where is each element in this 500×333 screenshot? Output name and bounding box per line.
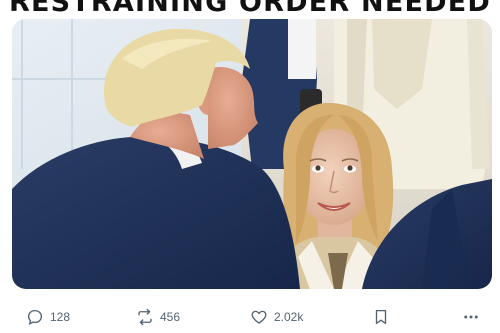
reply-button[interactable]: 128 [26, 307, 70, 327]
reply-icon [27, 309, 43, 326]
heart-icon [251, 310, 267, 324]
like-count: 2.02k [274, 310, 304, 324]
more-options-button[interactable] [462, 307, 480, 327]
reply-count: 128 [50, 310, 71, 324]
post-headline: RESTRAINING ORDER NEEDED [9, 0, 491, 18]
post-image[interactable] [12, 19, 492, 289]
post-action-bar: 128 456 2.02k [0, 300, 500, 333]
like-button[interactable]: 2.02k [250, 307, 303, 327]
repost-count: 456 [160, 310, 181, 324]
more-dots-icon [464, 315, 478, 319]
repost-button[interactable]: 456 [136, 307, 180, 327]
bookmark-button[interactable] [372, 307, 390, 327]
bookmark-icon [375, 309, 387, 325]
photo-illustration [12, 19, 492, 289]
repost-icon [138, 308, 152, 326]
